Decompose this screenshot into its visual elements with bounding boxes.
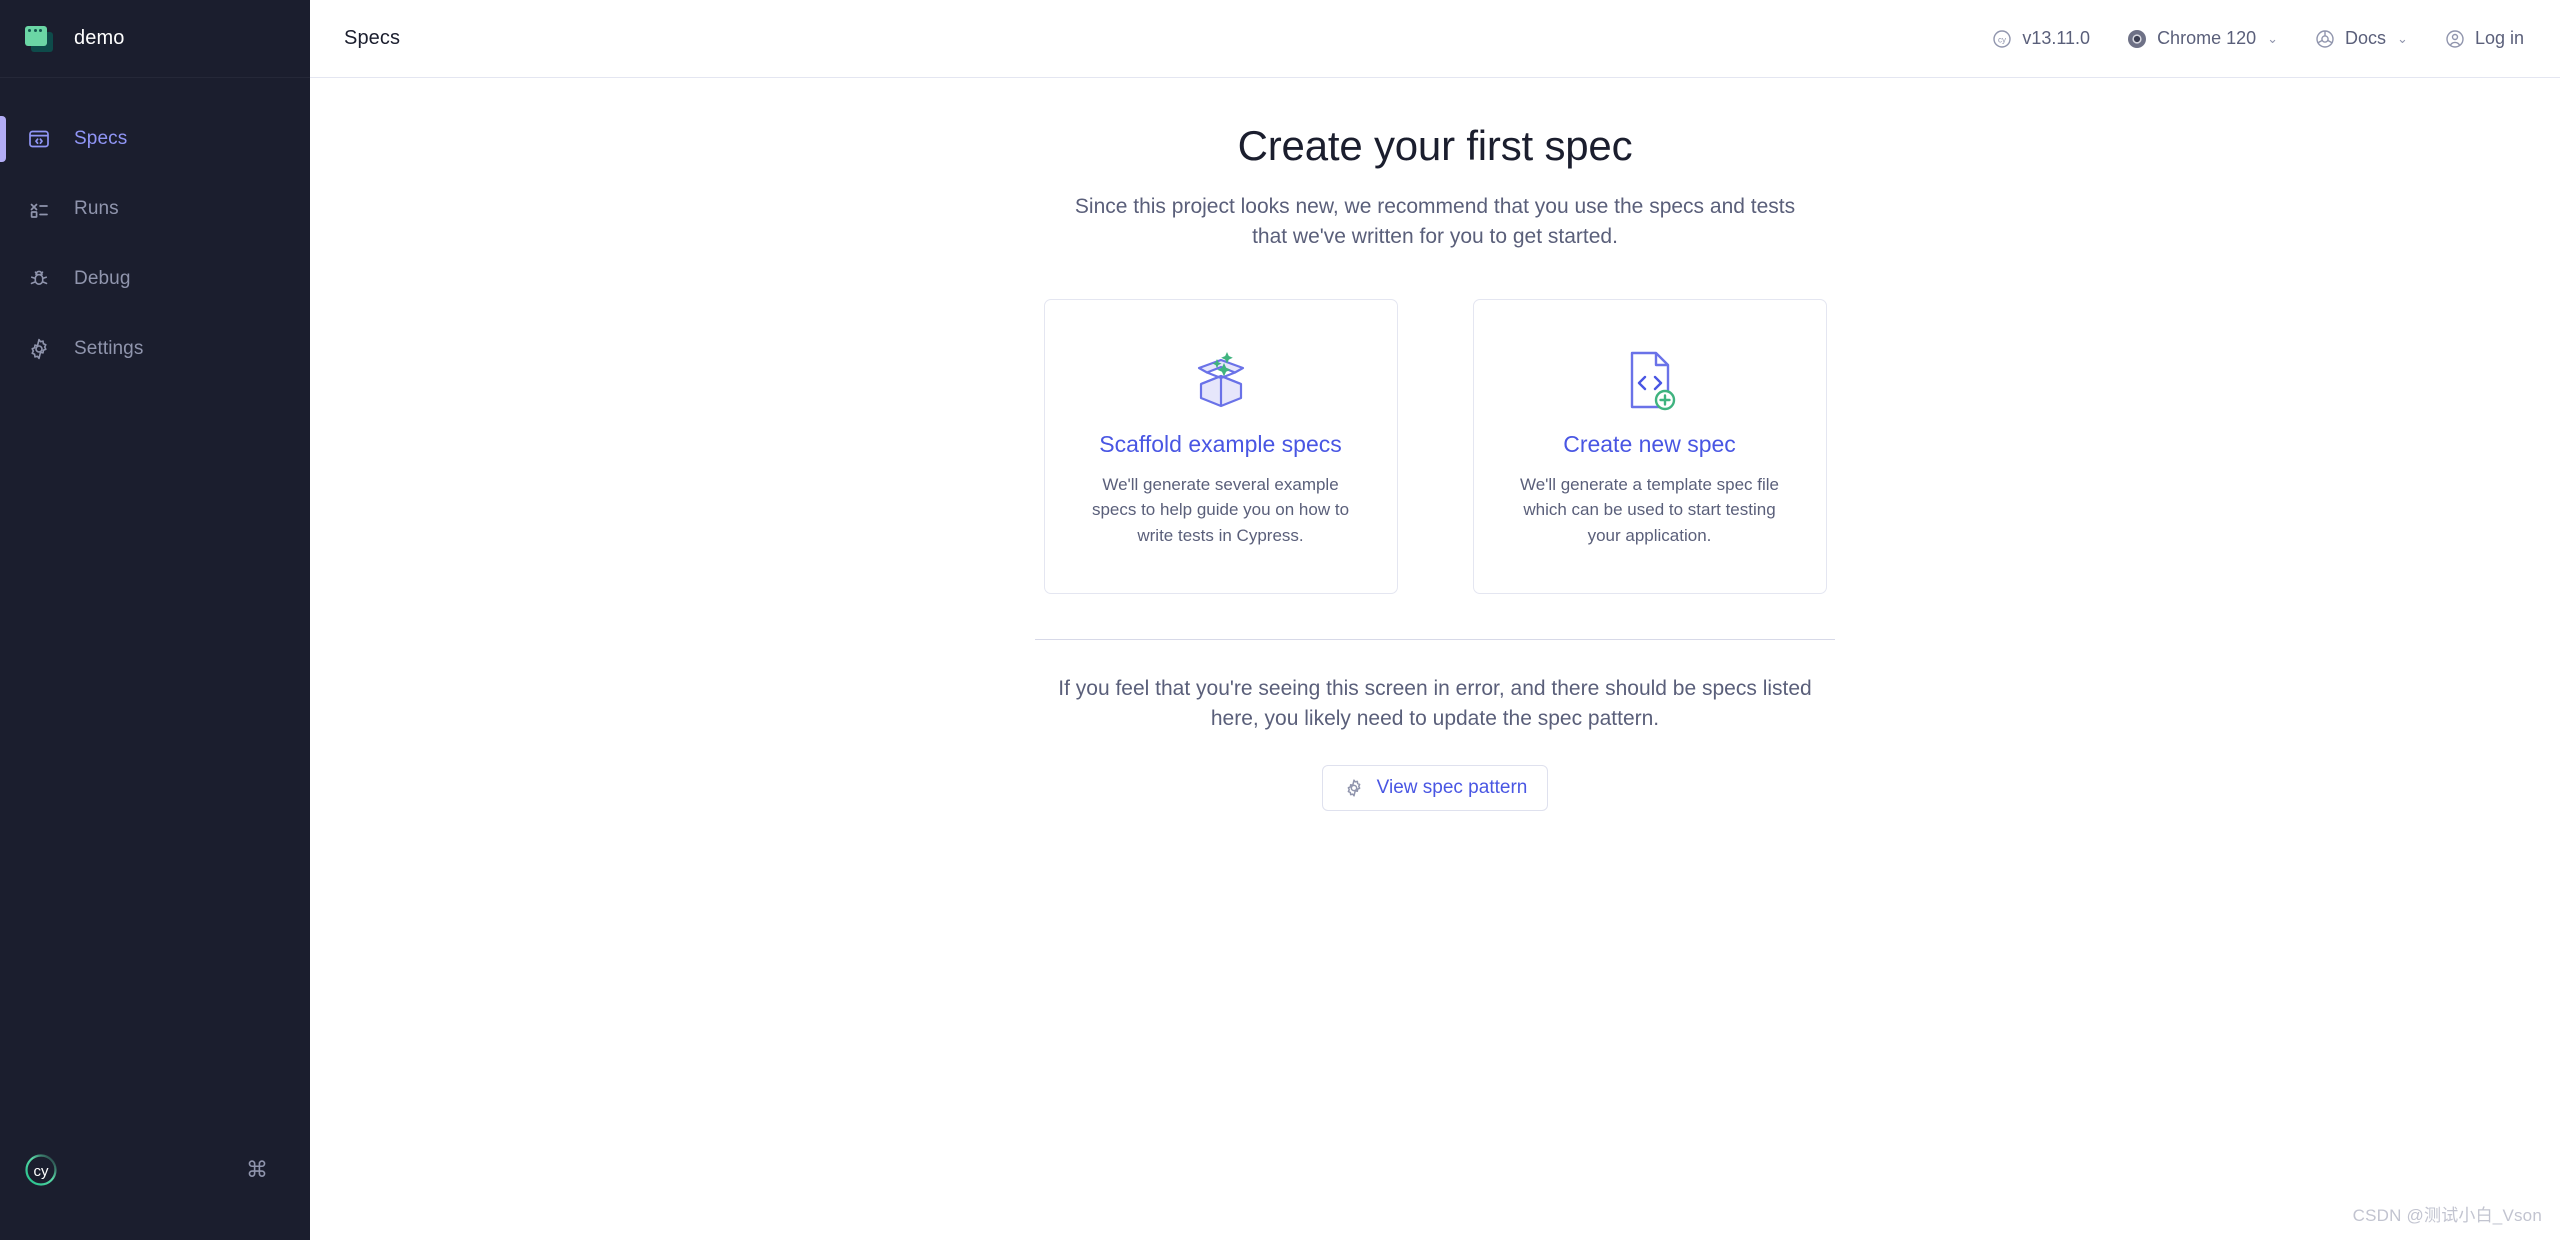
card-title: Scaffold example specs [1099,430,1342,457]
gear-icon [1343,777,1365,799]
section-divider [1035,638,1835,640]
project-window-icon [24,24,54,54]
command-key-icon[interactable]: ⌘ [244,1157,270,1183]
create-new-spec-card[interactable]: Create new spec We'll generate a templat… [1472,298,1827,594]
chevron-down-icon: ⌄ [2397,30,2408,46]
sidebar-item-specs[interactable]: Specs [0,104,310,174]
sidebar-item-settings[interactable]: Settings [0,314,310,384]
cypress-logo: cy [24,1153,58,1187]
sidebar-item-label: Runs [74,198,119,219]
login-label: Log in [2474,28,2524,48]
option-cards: Scaffold example specs We'll generate se… [1043,298,1827,594]
view-spec-pattern-button[interactable]: View spec pattern [1321,764,1549,811]
page-title: Specs [344,27,401,49]
sidebar-item-runs[interactable]: Runs [0,174,310,244]
svg-text:cy: cy [1998,35,2006,44]
sidebar-item-label: Specs [74,128,128,149]
sidebar-item-label: Debug [74,268,131,289]
top-bar-actions: cy v13.11.0 Chrome 120 ⌄ Docs ⌄ Log in [1991,28,2524,50]
view-spec-pattern-label: View spec pattern [1376,776,1528,798]
docs-label: Docs [2345,28,2387,48]
docs-menu[interactable]: Docs ⌄ [2314,28,2408,50]
code-file-plus-icon [1620,340,1680,420]
version-label: v13.11.0 [2022,28,2091,48]
top-bar: Specs cy v13.11.0 Chrome 120 ⌄ Docs ⌄ Lo… [310,0,2560,78]
watermark: CSDN @测试小白_Vson [2352,1206,2542,1225]
specs-browser-icon [24,124,54,154]
chevron-down-icon: ⌄ [2267,30,2279,46]
debug-bug-icon [24,264,54,294]
headline: Create your first spec [1237,122,1633,169]
svg-text:cy: cy [34,1163,50,1180]
card-description: We'll generate several example specs to … [1091,474,1350,545]
app-root: demo Specs Runs Debug Settings cy ⌘ Spec… [0,0,2560,1240]
login-button[interactable]: Log in [2444,28,2524,50]
runs-list-icon [24,194,54,224]
sidebar-nav: Specs Runs Debug Settings [0,78,310,384]
chrome-icon [2126,28,2148,50]
version-badge[interactable]: cy v13.11.0 [1991,28,2090,50]
sidebar-footer: cy ⌘ [0,1130,310,1240]
sidebar-item-debug[interactable]: Debug [0,244,310,314]
user-circle-icon [2444,28,2466,50]
project-name: demo [74,27,125,49]
error-note: If you feel that you're seeing this scre… [1058,676,1812,731]
sidebar: demo Specs Runs Debug Settings cy ⌘ [0,0,310,1240]
sidebar-item-label: Settings [74,338,144,359]
subtitle: Since this project looks new, we recomme… [1074,195,1796,249]
active-indicator [0,116,6,162]
project-switcher[interactable]: demo [0,0,310,78]
browser-selector[interactable]: Chrome 120 ⌄ [2126,28,2278,50]
docs-globe-icon [2314,28,2336,50]
card-title: Create new spec [1563,430,1736,457]
main-area: Specs cy v13.11.0 Chrome 120 ⌄ Docs ⌄ Lo… [310,0,2560,1240]
open-box-sparkles-icon [1187,340,1255,420]
cypress-circle-icon: cy [1991,28,2013,50]
browser-label: Chrome 120 [2157,28,2257,48]
card-description: We'll generate a template spec file whic… [1519,474,1780,545]
scaffold-example-specs-card[interactable]: Scaffold example specs We'll generate se… [1043,298,1398,594]
settings-gear-icon [24,334,54,364]
empty-state-content: Create your first spec Since this projec… [310,78,2560,811]
